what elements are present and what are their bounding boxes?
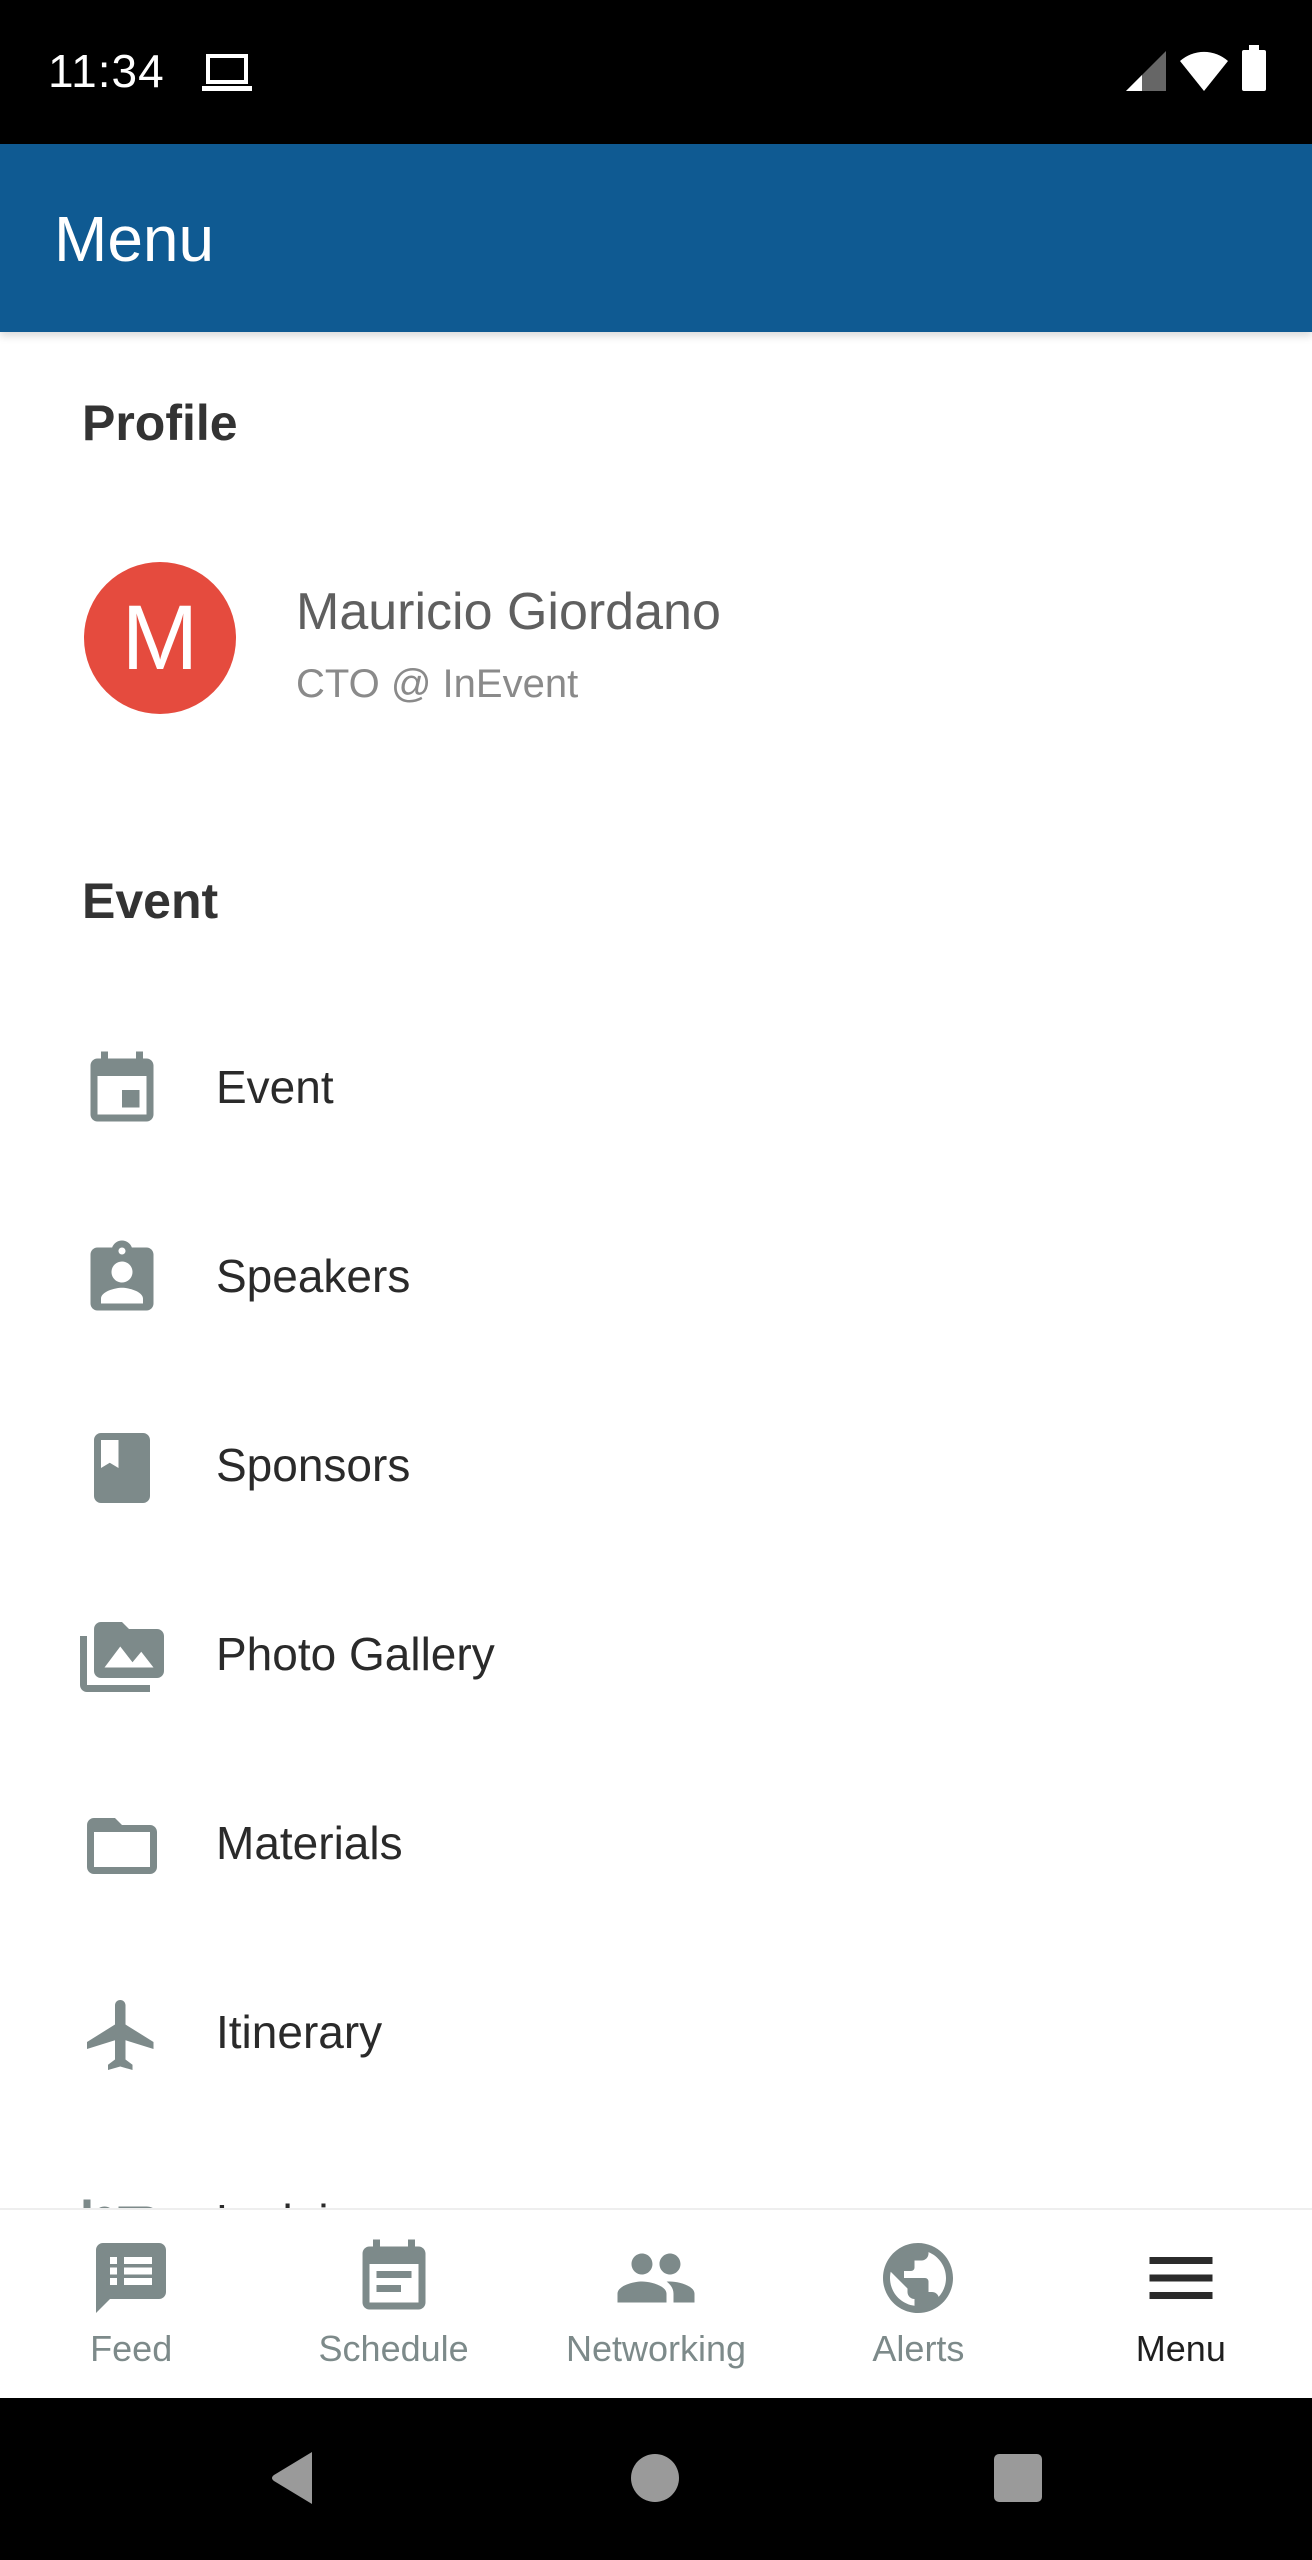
profile-role: CTO @ InEvent [296,662,579,706]
app-bar: Menu [0,144,1312,332]
menu-item-event[interactable]: Event [0,992,1312,1181]
profile-card[interactable]: M Mauricio Giordano CTO @ InEvent [0,562,1312,732]
nav-tab-label: Feed [90,2328,173,2369]
battery-icon [1242,45,1266,96]
status-time: 11:34 [48,45,165,97]
menu-item-speakers[interactable]: Speakers [0,1181,1312,1370]
bed-icon [80,2182,164,2208]
event-section-header: Event [82,873,219,929]
globe-icon [876,2236,960,2320]
page-title: Menu [54,203,215,275]
nav-tab-label: Schedule [318,2328,469,2369]
nav-tab-label: Menu [1135,2328,1226,2369]
profile-section-header: Profile [82,395,238,451]
recents-button[interactable] [988,2448,1048,2508]
menu-item-label: Speakers [216,1250,411,1302]
menu-item-label: Materials [216,1817,403,1869]
system-navigation-bar [0,2398,1312,2560]
nav-tab-menu[interactable]: Menu [1050,2210,1312,2398]
hamburger-menu-icon [1139,2236,1223,2320]
menu-content[interactable]: Profile M Mauricio Giordano CTO @ InEven… [0,332,1312,2208]
calendar-event-icon [80,1048,164,1132]
status-icons [1126,45,1266,96]
feed-icon [89,2236,173,2320]
people-icon [614,2236,698,2320]
menu-item-label: Sponsors [216,1439,411,1491]
status-bar: 11:34 [0,0,1312,144]
book-bookmark-icon [80,1426,164,1510]
nav-tab-alerts[interactable]: Alerts [787,2210,1049,2398]
folder-icon [80,1804,164,1888]
wifi-icon [1180,51,1228,96]
signal-icon [1126,51,1166,96]
profile-name: Mauricio Giordano [296,583,721,641]
menu-item-itinerary[interactable]: Itinerary [0,1937,1312,2126]
back-button[interactable] [262,2448,322,2508]
airplane-icon [80,1993,164,2077]
badge-person-icon [80,1237,164,1321]
menu-item-label: Itinerary [216,2006,383,2058]
nav-tab-feed[interactable]: Feed [0,2210,262,2398]
nav-tab-label: Networking [565,2328,747,2369]
menu-item-label: Event [216,1061,334,1113]
menu-item-sponsors[interactable]: Sponsors [0,1370,1312,1559]
nav-tab-label: Alerts [872,2328,965,2369]
home-button[interactable] [625,2448,685,2508]
avatar-initial: M [121,586,199,689]
menu-item-materials[interactable]: Materials [0,1748,1312,1937]
menu-item-photo-gallery[interactable]: Photo Gallery [0,1559,1312,1748]
schedule-icon [352,2236,436,2320]
menu-item-label: Lodging [216,2194,380,2208]
bottom-navigation: Feed Schedule Networking Alerts Menu [0,2208,1312,2398]
nav-tab-networking[interactable]: Networking [525,2210,787,2398]
avatar: M [84,562,236,714]
photo-library-icon [80,1615,164,1699]
nav-tab-schedule[interactable]: Schedule [262,2210,524,2398]
menu-item-label: Photo Gallery [216,1628,495,1680]
menu-item-lodging[interactable]: Lodging [0,2126,1312,2208]
laptop-cast-icon [202,54,252,92]
